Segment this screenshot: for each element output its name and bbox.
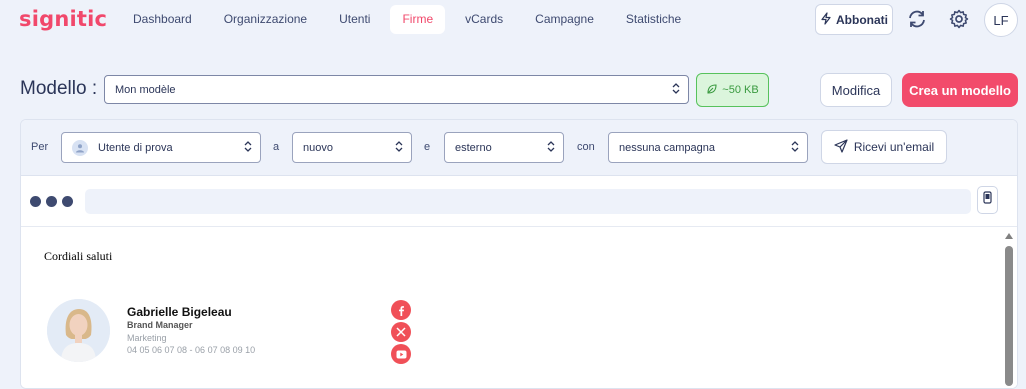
nav-item-organizzazione[interactable]: Organizzazione [212,5,319,34]
preview-panel: Per Utente di prova a nuovo e esterno co… [20,119,1018,389]
preview-window-bar [21,177,1017,227]
mobile-view-button[interactable] [977,186,998,214]
user-icon [72,139,88,156]
window-dot [30,196,41,207]
scope-select-value: esterno [455,141,492,154]
nav-item-dashboard[interactable]: Dashboard [121,5,204,34]
campaign-select[interactable]: nessuna campagna [608,132,808,163]
send-icon [834,138,848,156]
leaf-icon [706,83,718,98]
x-icon[interactable] [391,322,411,342]
size-badge-label: ~50 KB [722,84,759,96]
email-preview-body: Cordiali saluti Gabrielle Bigeleau Brand… [21,228,1017,388]
youtube-icon[interactable] [391,344,411,364]
edit-button[interactable]: Modifica [820,73,892,107]
top-navigation-bar: signitic Dashboard Organizzazione Utenti… [0,0,1026,41]
model-select-value: Mon modèle [115,83,176,96]
create-model-button[interactable]: Crea un modello [902,73,1018,107]
preview-address-bar [85,189,971,214]
main-nav: Dashboard Organizzazione Utenti Firme vC… [121,5,701,34]
user-avatar[interactable]: LF [984,3,1018,37]
signature-name: Gabrielle Bigeleau [127,305,232,319]
greeting-text: Cordiali saluti [44,249,113,263]
user-select-value: Utente di prova [98,141,173,154]
chevron-updown-icon [244,140,252,155]
window-dot [46,196,57,207]
e-label: e [424,141,431,153]
a-label: a [273,141,280,153]
signitic-logo[interactable]: signitic [19,7,107,31]
sync-icon[interactable] [904,6,930,32]
size-badge: ~50 KB [696,73,769,107]
signature-photo [47,299,110,362]
preview-scrollbar[interactable] [1000,228,1017,388]
chevron-updown-icon [672,82,680,97]
signature-department: Marketing [127,333,167,343]
scroll-up-arrow-icon[interactable] [1005,233,1013,239]
gear-icon[interactable] [946,6,972,32]
model-select[interactable]: Mon modèle [104,75,689,104]
nav-item-vcards[interactable]: vCards [453,5,515,34]
nav-item-campagne[interactable]: Campagne [523,5,606,34]
subscribe-button[interactable]: Abbonati [815,4,893,35]
nav-item-statistiche[interactable]: Statistiche [614,5,693,34]
model-label: Modello : [20,78,98,99]
signature-role: Brand Manager [127,320,193,330]
user-select[interactable]: Utente di prova [61,132,261,163]
nav-item-utenti[interactable]: Utenti [327,5,382,34]
lightning-icon [820,11,832,28]
signature-phones: 04 05 06 07 08 - 06 07 08 09 10 [127,345,256,355]
nav-item-firme[interactable]: Firme [390,5,446,34]
chevron-updown-icon [547,140,555,155]
receive-email-button[interactable]: Ricevi un'email [821,130,947,164]
preview-filter-bar: Per Utente di prova a nuovo e esterno co… [21,120,1017,176]
chevron-updown-icon [395,140,403,155]
per-label: Per [31,141,49,153]
recipient-select-value: nuovo [303,141,333,154]
scope-select[interactable]: esterno [444,132,564,163]
campaign-select-value: nessuna campagna [619,141,716,154]
recipient-select[interactable]: nuovo [292,132,412,163]
window-dot [62,196,73,207]
facebook-icon[interactable] [391,300,411,320]
scroll-thumb[interactable] [1005,246,1013,386]
chevron-updown-icon [791,140,799,155]
subscribe-label: Abbonati [836,12,888,27]
mobile-icon [983,191,992,209]
receive-email-label: Ricevi un'email [853,140,935,154]
con-label: con [577,141,595,153]
